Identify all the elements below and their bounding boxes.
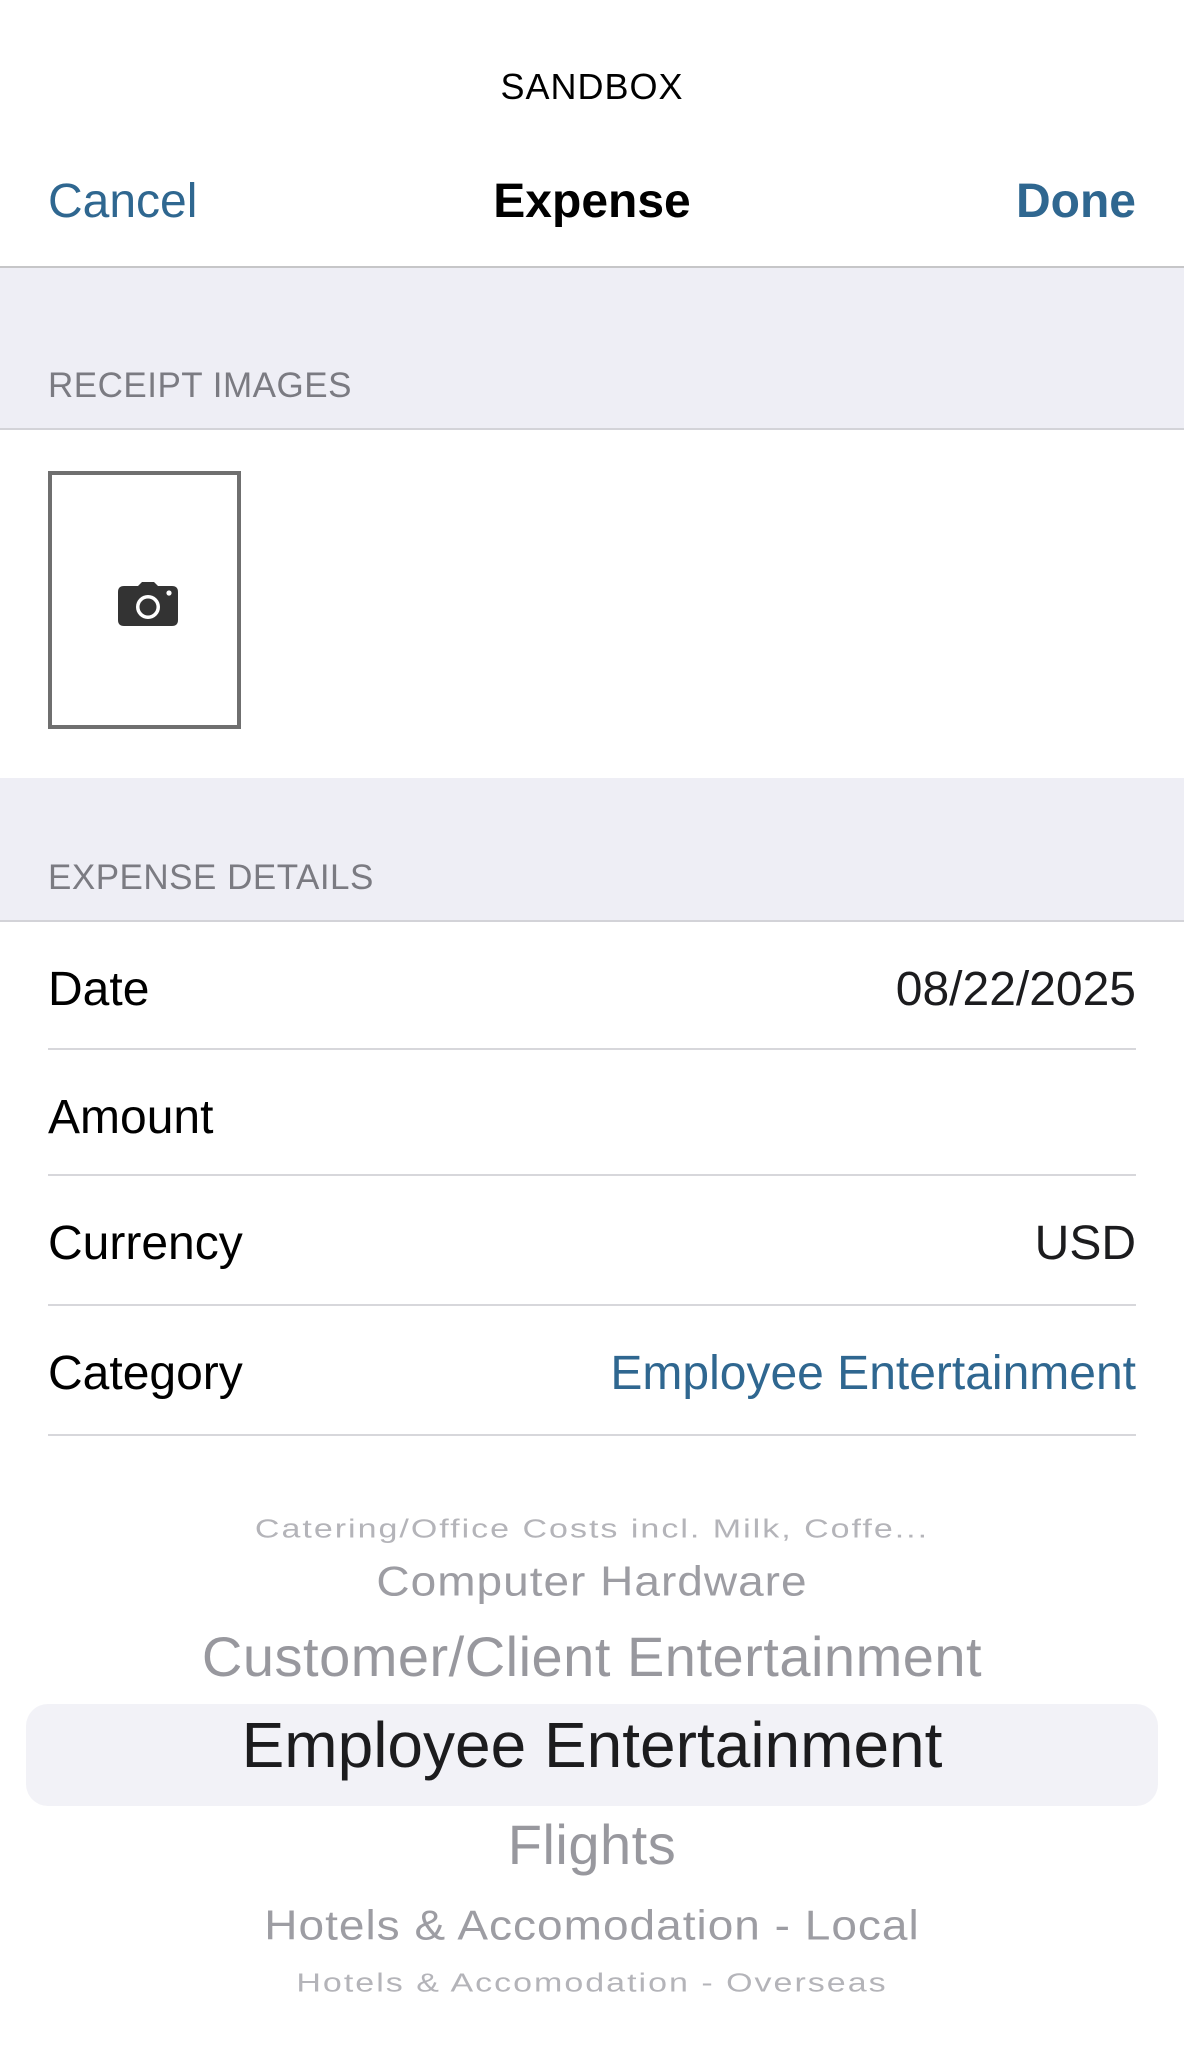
- cancel-button[interactable]: Cancel: [48, 174, 197, 229]
- navigation-bar: Expense Cancel Done: [0, 168, 1184, 238]
- picker-item[interactable]: Customer/Client Entertainment: [0, 1624, 1184, 1689]
- date-row[interactable]: Date 08/22/2025: [48, 922, 1136, 1050]
- picker-item-selected[interactable]: Employee Entertainment: [0, 1708, 1184, 1782]
- environment-label: SANDBOX: [500, 66, 684, 107]
- category-label: Category: [48, 1347, 243, 1400]
- receipt-images-section-header: RECEIPT IMAGES: [0, 268, 1184, 430]
- receipt-images-header-label: RECEIPT IMAGES: [48, 366, 352, 405]
- picker-item[interactable]: Flights: [0, 1812, 1184, 1877]
- camera-icon: [118, 582, 178, 626]
- receipt-images-area: [0, 430, 1184, 780]
- date-value[interactable]: 08/22/2025: [896, 962, 1136, 1017]
- amount-row[interactable]: Amount: [48, 1050, 1136, 1176]
- expense-details-header-label: EXPENSE DETAILS: [48, 858, 374, 897]
- category-row[interactable]: Category Employee Entertainment: [48, 1306, 1136, 1436]
- picker-item[interactable]: Hotels & Accomodation - Overseas: [0, 1969, 1184, 1998]
- category-picker[interactable]: Catering/Office Costs incl. Milk, Coffe.…: [0, 1438, 1184, 1998]
- expense-details-section-header: EXPENSE DETAILS: [0, 778, 1184, 922]
- currency-label: Currency: [48, 1217, 243, 1270]
- amount-label: Amount: [48, 1091, 214, 1144]
- currency-value[interactable]: USD: [1035, 1216, 1136, 1271]
- category-value[interactable]: Employee Entertainment: [610, 1346, 1136, 1401]
- currency-row[interactable]: Currency USD: [48, 1176, 1136, 1306]
- picker-item[interactable]: Computer Hardware: [0, 1557, 1184, 1606]
- date-label: Date: [48, 963, 150, 1016]
- picker-item[interactable]: Hotels & Accomodation - Local: [0, 1901, 1184, 1950]
- picker-item[interactable]: Catering/Office Costs incl. Milk, Coffe.…: [0, 1515, 1184, 1544]
- done-button[interactable]: Done: [1016, 174, 1136, 229]
- add-receipt-photo-button[interactable]: [48, 471, 241, 729]
